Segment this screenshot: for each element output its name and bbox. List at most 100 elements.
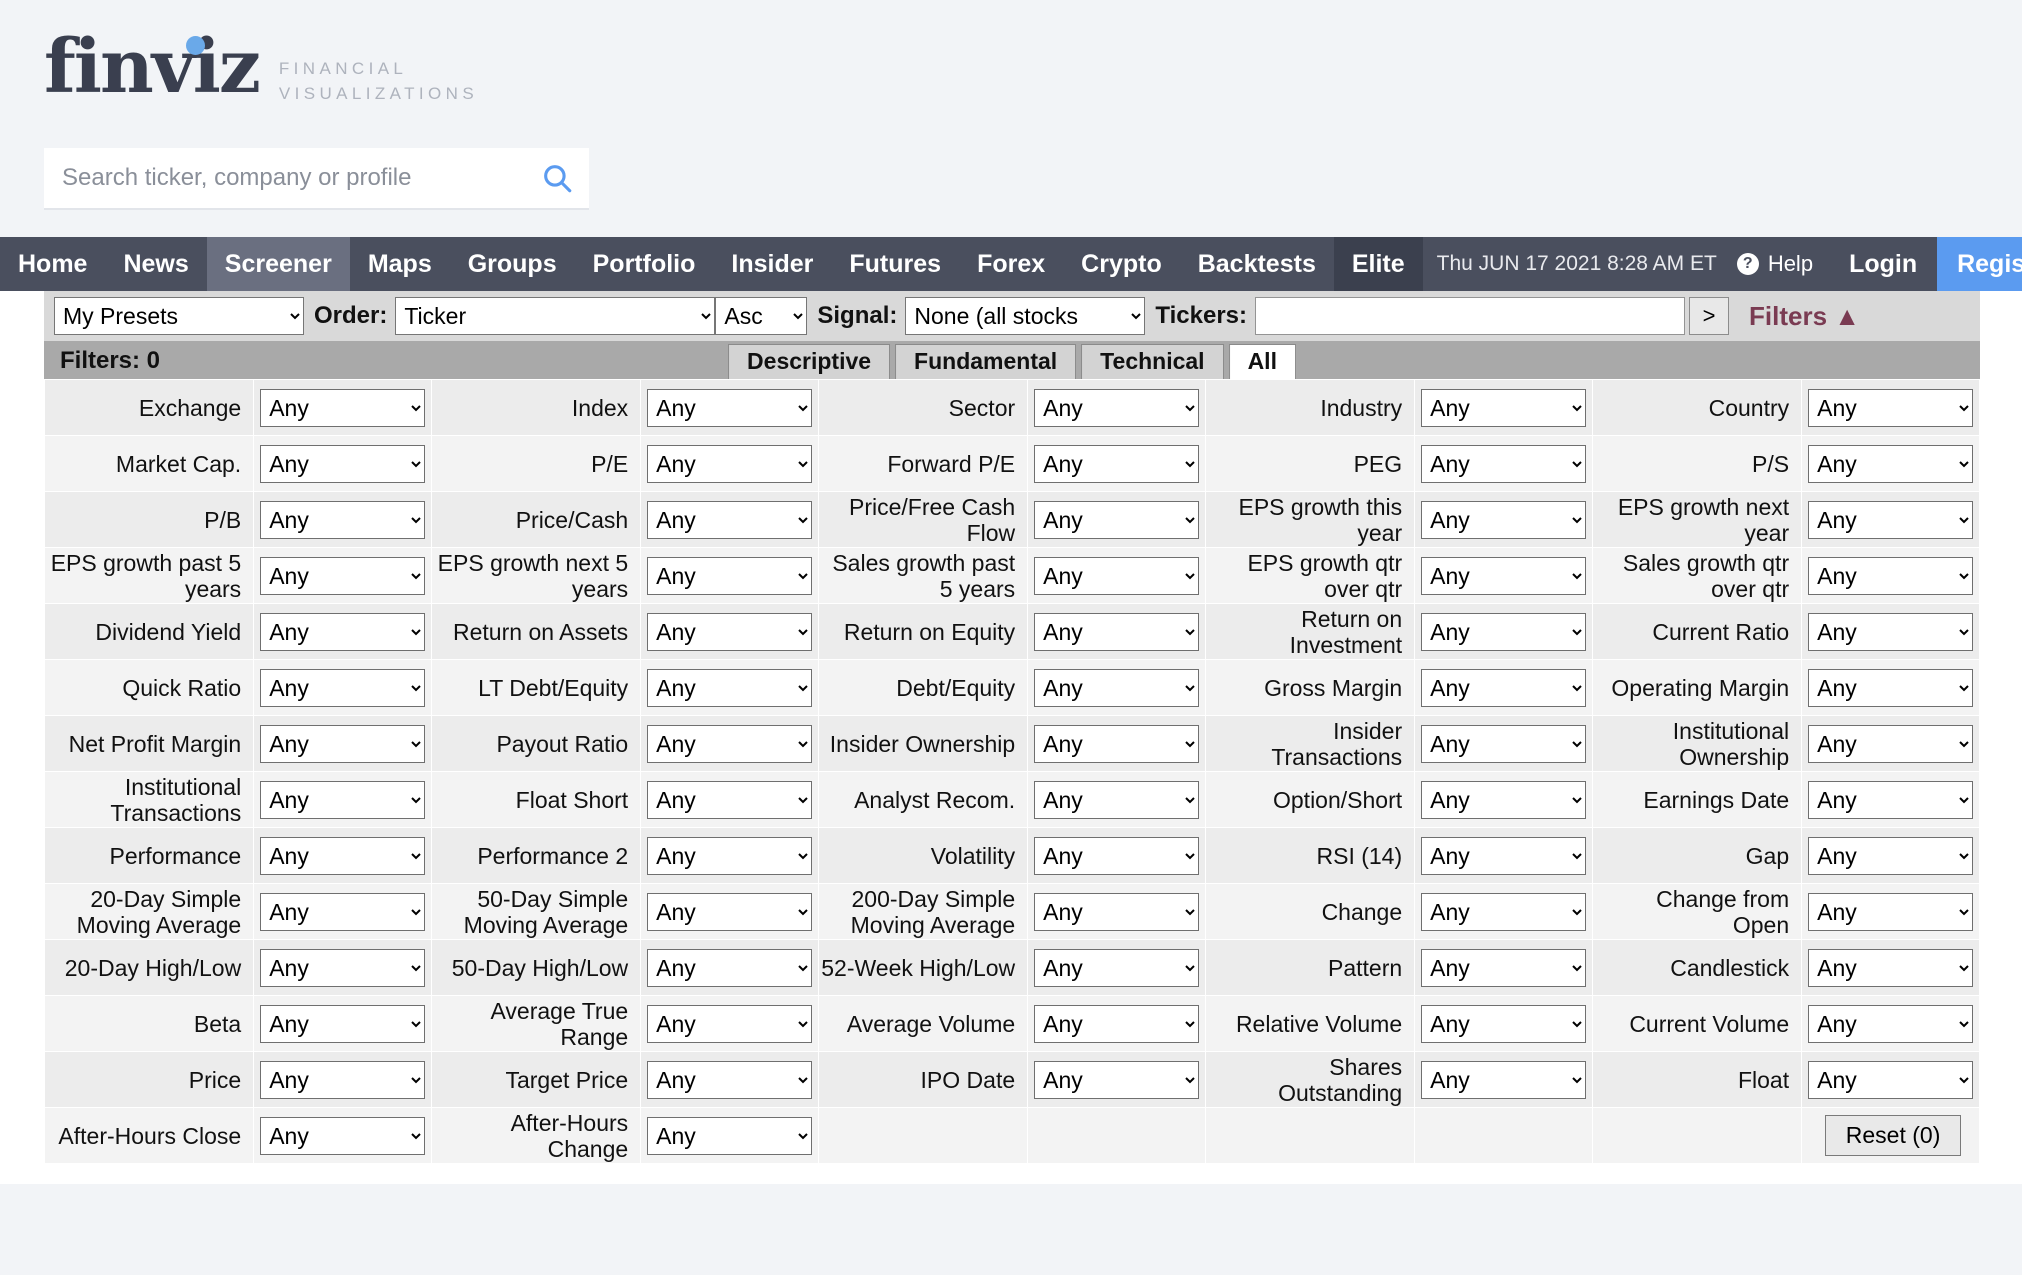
- filter-select-20-day-simple-moving-average[interactable]: Any: [260, 892, 426, 931]
- filter-select-dividend-yield[interactable]: Any: [260, 612, 426, 651]
- filter-select-average-true-range[interactable]: Any: [647, 1004, 813, 1043]
- filter-select-country[interactable]: Any: [1808, 388, 1974, 427]
- filter-select-50-day-simple-moving-average[interactable]: Any: [647, 892, 813, 931]
- filter-select-pattern[interactable]: Any: [1421, 948, 1587, 987]
- filter-select-payout-ratio[interactable]: Any: [647, 724, 813, 763]
- filter-select-sales-growth-qtr-over-qtr[interactable]: Any: [1808, 556, 1974, 595]
- filter-select-200-day-simple-moving-average[interactable]: Any: [1034, 892, 1200, 931]
- filter-select-index[interactable]: Any: [647, 388, 813, 427]
- filter-select-earnings-date[interactable]: Any: [1808, 780, 1974, 819]
- nav-item-futures[interactable]: Futures: [831, 237, 959, 291]
- nav-item-elite[interactable]: Elite: [1333, 237, 1423, 291]
- login-button[interactable]: Login: [1829, 237, 1937, 291]
- nav-item-screener[interactable]: Screener: [206, 237, 350, 291]
- filter-select-market-cap[interactable]: Any: [260, 444, 426, 483]
- filter-row: Price Any Target Price Any IPO Date Any Shares…: [43, 1051, 1980, 1108]
- filter-select-net-profit-margin[interactable]: Any: [260, 724, 426, 763]
- nav-item-crypto[interactable]: Crypto: [1063, 237, 1180, 291]
- filter-select-industry[interactable]: Any: [1421, 388, 1587, 427]
- filter-select-performance-2[interactable]: Any: [647, 836, 813, 875]
- filter-select-quick-ratio[interactable]: Any: [260, 668, 426, 707]
- order-direction-select[interactable]: Asc: [715, 297, 808, 335]
- filter-select-eps-growth-next-5-years[interactable]: Any: [647, 556, 813, 595]
- filter-select-float-short[interactable]: Any: [647, 780, 813, 819]
- filter-select-price-free-cash-flow[interactable]: Any: [1034, 500, 1200, 539]
- search-input[interactable]: [44, 164, 525, 192]
- nav-item-home[interactable]: Home: [0, 237, 105, 291]
- filter-select-target-price[interactable]: Any: [647, 1060, 813, 1099]
- filter-select-average-volume[interactable]: Any: [1034, 1004, 1200, 1043]
- filter-select-volatility[interactable]: Any: [1034, 836, 1200, 875]
- nav-item-insider[interactable]: Insider: [713, 237, 831, 291]
- filter-select-rsi-14[interactable]: Any: [1421, 836, 1587, 875]
- register-button[interactable]: Register: [1937, 237, 2022, 291]
- search-box[interactable]: [44, 148, 589, 210]
- filter-select-insider-transactions[interactable]: Any: [1421, 724, 1587, 763]
- filter-select-relative-volume[interactable]: Any: [1421, 1004, 1587, 1043]
- filter-select-gross-margin[interactable]: Any: [1421, 668, 1587, 707]
- filter-select-change[interactable]: Any: [1421, 892, 1587, 931]
- filter-select-20-day-high-low[interactable]: Any: [260, 948, 426, 987]
- filter-select-sales-growth-past-5-years[interactable]: Any: [1034, 556, 1200, 595]
- filter-select-after-hours-change[interactable]: Any: [647, 1116, 813, 1155]
- filter-select-lt-debt-equity[interactable]: Any: [647, 668, 813, 707]
- filter-select-current-ratio[interactable]: Any: [1808, 612, 1974, 651]
- nav-item-news[interactable]: News: [105, 237, 206, 291]
- filter-select-peg[interactable]: Any: [1421, 444, 1587, 483]
- filter-select-after-hours-close[interactable]: Any: [260, 1116, 426, 1155]
- filter-select-eps-growth-this-year[interactable]: Any: [1421, 500, 1587, 539]
- tab-technical[interactable]: Technical: [1081, 344, 1224, 379]
- filter-select-sector[interactable]: Any: [1034, 388, 1200, 427]
- filter-select-beta[interactable]: Any: [260, 1004, 426, 1043]
- order-select[interactable]: Ticker: [395, 297, 716, 335]
- filter-select-operating-margin[interactable]: Any: [1808, 668, 1974, 707]
- filter-select-institutional-transactions[interactable]: Any: [260, 780, 426, 819]
- nav-item-backtests[interactable]: Backtests: [1180, 237, 1334, 291]
- filter-select-p-s[interactable]: Any: [1808, 444, 1974, 483]
- filter-select-exchange[interactable]: Any: [260, 388, 426, 427]
- filter-select-current-volume[interactable]: Any: [1808, 1004, 1974, 1043]
- filter-select-candlestick[interactable]: Any: [1808, 948, 1974, 987]
- filter-select-price-cash[interactable]: Any: [647, 500, 813, 539]
- help-link[interactable]: ? Help: [1731, 237, 1829, 291]
- nav-item-groups[interactable]: Groups: [450, 237, 575, 291]
- order-label: Order:: [314, 302, 388, 329]
- filter-select-institutional-ownership[interactable]: Any: [1808, 724, 1974, 763]
- reset-filters-button[interactable]: Reset (0): [1824, 1115, 1962, 1156]
- filter-select-50-day-high-low[interactable]: Any: [647, 948, 813, 987]
- filter-select-price[interactable]: Any: [260, 1060, 426, 1099]
- presets-select[interactable]: My Presets: [54, 297, 304, 335]
- filter-select-eps-growth-next-year[interactable]: Any: [1808, 500, 1974, 539]
- filter-select-p-b[interactable]: Any: [260, 500, 426, 539]
- filter-select-return-on-equity[interactable]: Any: [1034, 612, 1200, 651]
- tickers-input[interactable]: [1255, 297, 1685, 335]
- search-icon[interactable]: [525, 161, 589, 195]
- filter-select-float[interactable]: Any: [1808, 1060, 1974, 1099]
- filter-select-shares-outstanding[interactable]: Any: [1421, 1060, 1587, 1099]
- filter-select-gap[interactable]: Any: [1808, 836, 1974, 875]
- filter-select-ipo-date[interactable]: Any: [1034, 1060, 1200, 1099]
- nav-item-forex[interactable]: Forex: [959, 237, 1063, 291]
- filter-select-eps-growth-qtr-over-qtr[interactable]: Any: [1421, 556, 1587, 595]
- filter-select-debt-equity[interactable]: Any: [1034, 668, 1200, 707]
- nav-item-portfolio[interactable]: Portfolio: [575, 237, 714, 291]
- tab-fundamental[interactable]: Fundamental: [895, 344, 1077, 379]
- filter-select-return-on-investment[interactable]: Any: [1421, 612, 1587, 651]
- filter-select-performance[interactable]: Any: [260, 836, 426, 875]
- filter-select-eps-growth-past-5-years[interactable]: Any: [260, 556, 426, 595]
- filter-select-forward-p-e[interactable]: Any: [1034, 444, 1200, 483]
- signal-select[interactable]: None (all stocks: [905, 297, 1146, 335]
- filter-select-option-short[interactable]: Any: [1421, 780, 1587, 819]
- tab-all[interactable]: All: [1228, 344, 1296, 379]
- filter-select-52-week-high-low[interactable]: Any: [1034, 948, 1200, 987]
- filter-select-return-on-assets[interactable]: Any: [647, 612, 813, 651]
- tab-descriptive[interactable]: Descriptive: [728, 344, 891, 379]
- finviz-logo[interactable]: finviz FINANCIAL VISUALIZATIONS: [44, 30, 478, 106]
- filter-select-change-from-open[interactable]: Any: [1808, 892, 1974, 931]
- filters-toggle[interactable]: Filters ▲: [1749, 301, 1860, 332]
- submit-tickers-button[interactable]: >: [1689, 297, 1729, 335]
- filter-select-insider-ownership[interactable]: Any: [1034, 724, 1200, 763]
- filter-select-analyst-recom[interactable]: Any: [1034, 780, 1200, 819]
- nav-item-maps[interactable]: Maps: [350, 237, 450, 291]
- filter-select-p-e[interactable]: Any: [647, 444, 813, 483]
